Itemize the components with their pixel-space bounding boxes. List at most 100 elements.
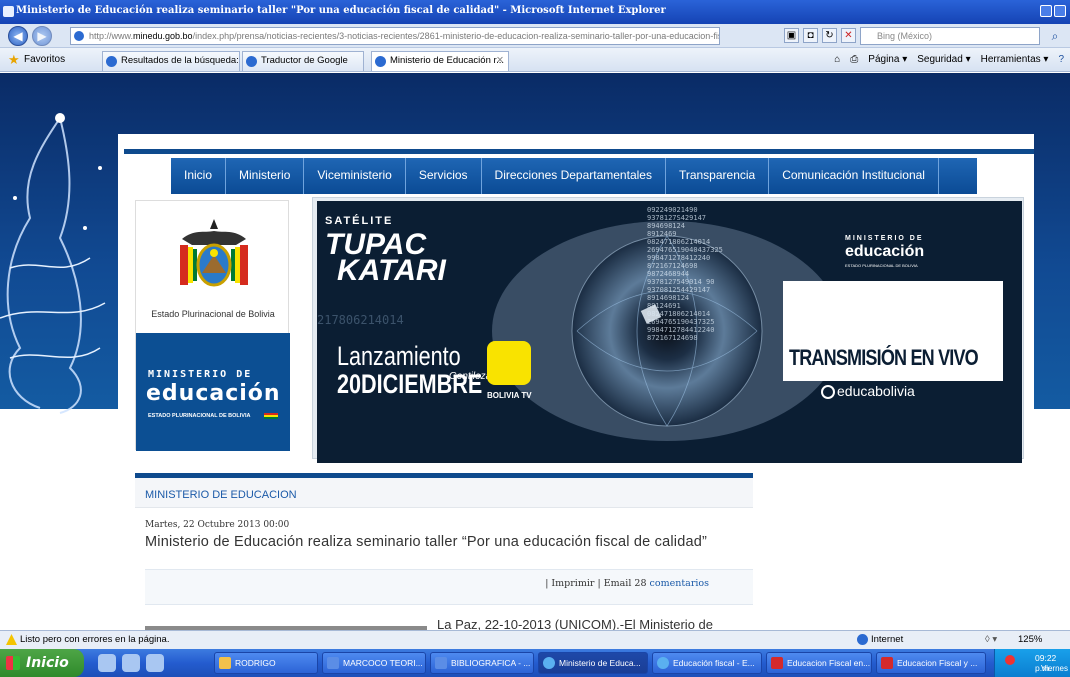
task-rodrigo[interactable]: RODRIGO [214,652,318,674]
print-icon[interactable]: ⎙ [850,54,858,65]
url-prefix: http://www. [89,31,134,41]
comments-link[interactable]: comentarios [650,578,709,589]
word-icon [327,657,339,669]
close-tab-icon[interactable]: ✕ [496,52,504,70]
satellite-name-2: KATARI [337,254,446,287]
educabolivia-icon [821,385,835,399]
media-player-icon[interactable] [122,654,140,672]
article-title: Ministerio de Educación realiza seminari… [145,534,708,550]
print-link[interactable]: Imprimir [551,578,594,589]
article-tools: | Imprimir | Email 28 comentarios [145,569,753,605]
nav-servicios[interactable]: Servicios [406,158,482,194]
live-label: TRANSMISIÓN EN VIVO [789,345,979,370]
divider: | [597,578,601,589]
search-input[interactable]: Bing (México) [860,27,1040,45]
outlook-icon[interactable] [98,654,116,672]
menu-pagina[interactable]: Página ▾ [868,54,907,65]
task-marcoco[interactable]: MARCOCO TEORI... [322,652,426,674]
home-icon[interactable]: ⌂ [834,54,840,65]
refresh-icon[interactable]: ↻ [822,28,837,43]
ie-icon [657,657,669,669]
estado-label: Estado Plurinacional de Bolivia [151,309,275,319]
banner-ministerio-top: MINISTERIO DE [845,235,924,242]
tab-icon [246,56,257,67]
restore-button[interactable] [1054,5,1066,17]
address-toolbar: ◀ ▶ http://www.minedu.gob.bo/index.php/p… [0,24,1070,48]
status-bar: Listo pero con errores en la página. Int… [0,630,1070,649]
ministerio-logo[interactable]: MINISTERIO DE educación ESTADO PLURINACI… [136,333,290,451]
nav-transparencia[interactable]: Transparencia [666,158,770,194]
nav-inicio[interactable]: Inicio [171,158,227,194]
banner-ministerio-edu: educación [845,243,925,260]
number-overlay: 217806214014 [317,313,404,327]
help-icon[interactable]: ? [1058,54,1064,65]
tab-ministerio[interactable]: Ministerio de Educación r... ✕ [371,51,509,71]
banner-ministerio-sub: ESTADO PLURINACIONAL DE BOLIVIA [845,263,918,268]
nav-comunicacion[interactable]: Comunicación Institucional [769,158,939,194]
favorites-star-icon[interactable]: ★ [8,53,20,66]
binary-overlay: 092249021490 9378127S429147 894698124 89… [647,206,723,342]
section-title: MINISTERIO DE EDUCACION [145,489,297,501]
search-icon[interactable]: ⌕ [1046,28,1064,44]
start-label: Inicio [26,655,69,671]
title-bar: Ministerio de Educación realiza seminari… [0,0,1070,24]
address-input[interactable]: http://www.minedu.gob.bo/index.php/prens… [70,27,720,45]
page-icon [74,31,84,41]
url-path: /index.php/prensa/noticias-recientes/3-n… [192,31,720,41]
article-header: MINISTERIO DE EDUCACION [135,478,753,508]
warning-icon[interactable] [6,634,17,645]
task-label: Educacion Fiscal en... [787,658,871,668]
tray-alert-icon[interactable] [1005,655,1015,665]
tab-icon [375,56,386,67]
article-date: Martes, 22 Octubre 2013 00:00 [145,520,290,530]
satellite-label: SATÉLITE [325,215,394,227]
search-placeholder: Bing (México) [877,31,933,41]
article: ••• MINISTERIO DE EDUCACION Martes, 22 O… [135,467,753,630]
bolivia-tv-logo-icon [487,341,531,385]
task-ministerio[interactable]: Ministerio de Educa... [538,652,648,674]
compat-view-icon[interactable]: ▣ [784,28,799,43]
status-message: Listo pero con errores en la página. [20,634,170,645]
ministerio-top: MINISTERIO DE [148,369,253,380]
tab-icon [106,56,117,67]
task-educacion-fiscal-en[interactable]: Educacion Fiscal en... [766,652,872,674]
task-bibliografica[interactable]: BIBLIOGRAFICA - ... [430,652,534,674]
rss-icon[interactable]: ◘ [803,28,818,43]
christmas-tree-decoration [0,113,106,414]
email-link[interactable]: Email [604,578,632,589]
start-button[interactable]: Inicio [0,649,84,677]
menu-herramientas[interactable]: Herramientas ▾ [981,54,1049,65]
launch-title: Lanzamiento [337,341,461,371]
ministerio-edu: educación [146,381,281,406]
minimize-button[interactable] [1040,5,1052,17]
back-button[interactable]: ◀ [8,26,28,46]
forward-button[interactable]: ▶ [32,26,52,46]
stop-icon[interactable]: ✕ [841,28,856,43]
task-label: MARCOCO TEORI... [343,658,423,668]
window-title: Ministerio de Educación realiza seminari… [16,5,666,16]
task-label: Educación fiscal - E... [673,658,755,668]
page-viewport: Inicio Ministerio Viceministerio Servici… [0,73,1070,630]
messenger-icon[interactable] [146,654,164,672]
menu-seguridad[interactable]: Seguridad ▾ [917,54,970,65]
tab-label: Resultados de la búsqueda: ... [121,55,240,66]
tab-search-results[interactable]: Resultados de la búsqueda: ... [102,51,240,71]
task-educacion-fiscal[interactable]: Educación fiscal - E... [652,652,762,674]
nav-ministerio[interactable]: Ministerio [226,158,305,194]
taskbar: Inicio RODRIGO MARCOCO TEORI... BIBLIOGR… [0,649,1070,677]
tab-label: Traductor de Google [261,55,348,66]
tab-google-translate[interactable]: Traductor de Google [242,51,364,71]
favorites-bar: ★ Favoritos Resultados de la búsqueda: .… [0,48,1070,72]
zoom-level[interactable]: 125% [1018,631,1042,649]
nav-viceministerio[interactable]: Viceministerio [304,158,406,194]
banner[interactable]: 092249021490 9378127S429147 894698124 89… [317,201,1022,463]
ministerio-sub: ESTADO PLURINACIONAL DE BOLIVIA [148,413,251,419]
browser-window: Ministerio de Educación realiza seminari… [0,0,1070,677]
task-label: BIBLIOGRAFICA - ... [451,658,531,668]
task-educacion-fiscal-y[interactable]: Educacion Fiscal y ... [876,652,986,674]
logo-column: Estado Plurinacional de Bolivia MINISTER… [135,200,290,451]
nav-direcciones[interactable]: Direcciones Departamentales [482,158,666,194]
favorites-button[interactable]: Favoritos [24,54,65,65]
protected-mode-icon[interactable]: ◊ ▾ [985,631,997,649]
windows-logo-icon [6,656,20,670]
